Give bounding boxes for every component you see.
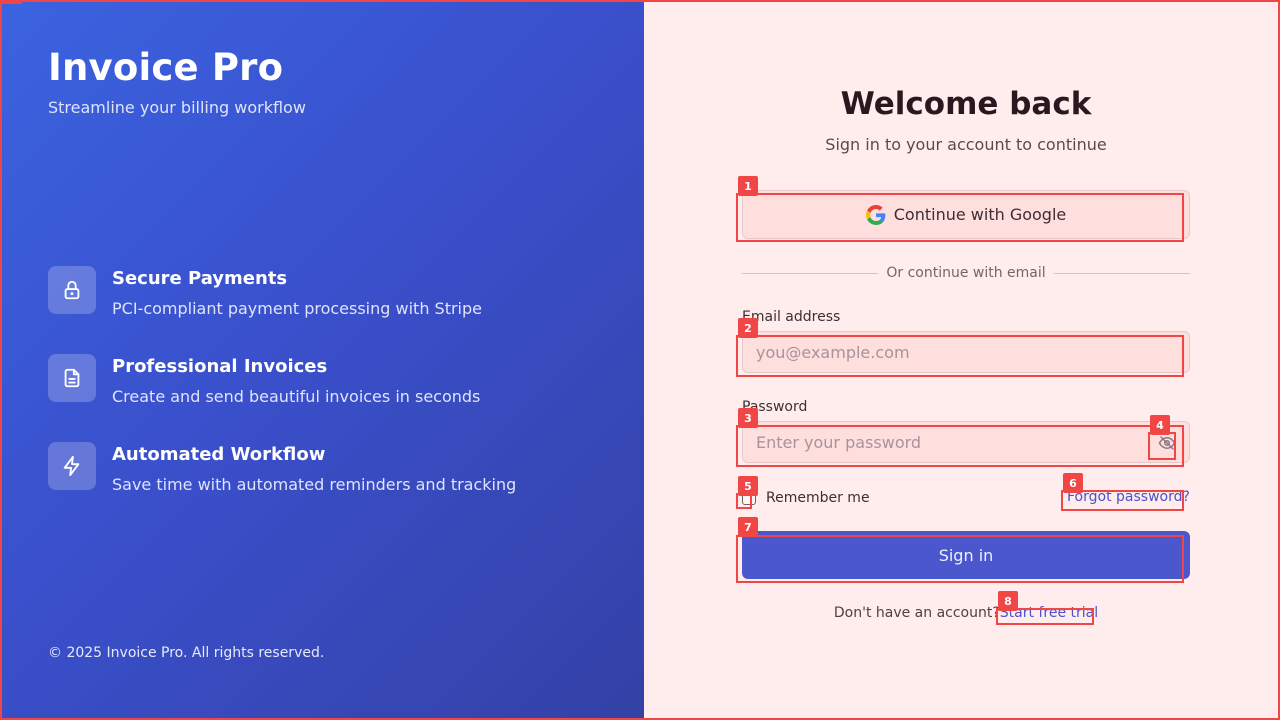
divider-line xyxy=(742,272,879,274)
annotation-tag: 3 xyxy=(738,408,758,428)
brand-panel: Invoice Pro Streamline your billing work… xyxy=(0,0,644,720)
email-field[interactable] xyxy=(742,331,1190,373)
google-sign-in-button[interactable]: Continue with Google xyxy=(742,190,1190,239)
signup-prompt-text: Don't have an account? xyxy=(833,605,1000,621)
signup-prompt-row: Don't have an account?Start free trial xyxy=(644,605,1280,621)
divider-text: Or continue with email xyxy=(886,265,1046,281)
feature-automated-workflow: Automated Workflow Save time with automa… xyxy=(48,442,608,502)
forgot-password-link[interactable]: Forgot password? xyxy=(1067,489,1190,505)
google-icon xyxy=(865,204,886,225)
feature-description: Save time with automated reminders and t… xyxy=(112,475,517,494)
annotation-tag: 1 xyxy=(738,176,758,196)
brand-subtitle: Streamline your billing workflow xyxy=(48,98,306,117)
divider-line xyxy=(1053,272,1190,274)
feature-title: Secure Payments xyxy=(112,268,288,289)
remember-me-label: Remember me xyxy=(766,490,870,506)
google-button-label: Continue with Google xyxy=(893,205,1067,224)
feature-secure-payments: Secure Payments PCI-compliant payment pr… xyxy=(48,266,608,326)
feature-title: Automated Workflow xyxy=(112,444,326,465)
annotation-tag: 8 xyxy=(998,591,1018,611)
annotation-tag: 4 xyxy=(1150,415,1170,435)
annotation-tag: 6 xyxy=(1063,473,1083,493)
password-field[interactable] xyxy=(742,421,1190,463)
document-icon xyxy=(48,354,96,402)
feature-professional-invoices: Professional Invoices Create and send be… xyxy=(48,354,608,414)
lightning-icon xyxy=(48,442,96,490)
remember-me-row: Remember me xyxy=(742,488,870,508)
frame-corner-marker xyxy=(0,0,22,4)
annotation-tag: 7 xyxy=(738,517,758,537)
or-divider: Or continue with email xyxy=(742,264,1190,282)
login-subtitle: Sign in to your account to continue xyxy=(825,135,1107,154)
brand-title: Invoice Pro xyxy=(48,46,284,89)
login-title: Welcome back xyxy=(840,86,1092,122)
sign-in-button[interactable]: Sign in xyxy=(742,531,1190,579)
eye-off-icon xyxy=(1158,434,1176,452)
feature-description: Create and send beautiful invoices in se… xyxy=(112,387,481,406)
feature-description: PCI-compliant payment processing with St… xyxy=(112,299,482,318)
copyright-footer: © 2025 Invoice Pro. All rights reserved. xyxy=(48,645,325,661)
annotation-tag: 5 xyxy=(738,476,758,496)
feature-title: Professional Invoices xyxy=(112,356,328,377)
lock-icon xyxy=(48,266,96,314)
annotation-tag: 2 xyxy=(738,318,758,338)
